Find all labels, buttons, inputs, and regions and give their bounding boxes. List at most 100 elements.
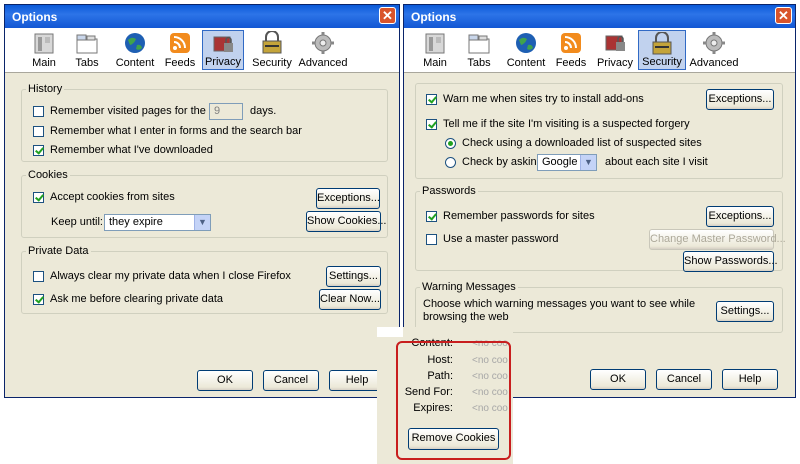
highlight-box <box>396 341 511 460</box>
cancel-button[interactable]: Cancel <box>656 369 712 390</box>
clear-now-button[interactable]: Clear Now... <box>319 289 381 310</box>
ok-button[interactable]: OK <box>197 370 253 391</box>
accept-cookies-checkbox[interactable]: Accept cookies from sites <box>33 189 175 205</box>
checkbox-label: Remember what I enter in forms and the s… <box>50 125 302 137</box>
feed-icon <box>561 33 581 53</box>
change-master-password-button[interactable]: Change Master Password... <box>649 229 786 250</box>
pane-privacy[interactable]: Privacy <box>202 30 244 70</box>
globe-icon <box>125 33 145 53</box>
checkbox[interactable] <box>33 144 44 156</box>
pane-security[interactable]: Security <box>638 30 686 70</box>
close-button[interactable]: ✕ <box>379 7 396 24</box>
radio-label: Check by asking <box>462 156 543 168</box>
main-icon <box>34 33 54 54</box>
checkbox[interactable] <box>33 105 44 117</box>
check-list-radio[interactable]: Check using a downloaded list of suspect… <box>445 135 702 151</box>
help-button[interactable]: Help <box>722 369 778 390</box>
cookies-group: Cookies Accept cookies from sites Except… <box>21 169 388 238</box>
pane-content[interactable]: Content <box>111 30 159 70</box>
security-icon <box>652 32 672 55</box>
window-title: Options <box>411 10 457 24</box>
pane-label: Main <box>423 57 447 69</box>
gear-icon <box>703 32 725 54</box>
provider-select[interactable]: Google ▼ <box>537 154 597 171</box>
warn-addons-checkbox[interactable]: Warn me when sites try to install add-on… <box>426 91 644 107</box>
master-password-checkbox[interactable]: Use a master password <box>426 231 559 247</box>
pane-label: Feeds <box>164 57 196 69</box>
options-window-privacy: Options ✕ Main Tabs Content Feeds Privac… <box>4 4 400 398</box>
pane-label: Security <box>642 56 682 68</box>
tabs-icon <box>76 34 98 54</box>
checkbox[interactable] <box>426 118 437 130</box>
passwords-group: Passwords Remember passwords for sites E… <box>415 185 786 272</box>
pane-label: Advanced <box>298 57 348 69</box>
title-bar[interactable]: Options ✕ <box>5 5 399 28</box>
private-data-settings-button[interactable]: Settings... <box>326 266 381 287</box>
group-label: Cookies <box>26 169 70 181</box>
remember-passwords-checkbox[interactable]: Remember passwords for sites <box>426 208 595 224</box>
cookie-exceptions-button[interactable]: Exceptions... <box>316 188 380 209</box>
pane-label: Tabs <box>75 57 99 69</box>
always-clear-checkbox[interactable]: Always clear my private data when I clos… <box>33 268 291 284</box>
pane-label: Content <box>506 57 546 69</box>
remember-visited-checkbox[interactable]: Remember visited pages for the last <box>33 103 226 119</box>
checkbox[interactable] <box>33 125 44 137</box>
remember-forms-checkbox[interactable]: Remember what I enter in forms and the s… <box>33 123 302 139</box>
password-exceptions-button[interactable]: Exceptions... <box>706 206 774 227</box>
chevron-down-icon[interactable]: ▼ <box>194 215 210 230</box>
warnings-settings-button[interactable]: Settings... <box>716 301 774 322</box>
pane-tabs[interactable]: Tabs <box>459 30 499 70</box>
chevron-down-icon[interactable]: ▼ <box>580 155 596 170</box>
privacy-icon <box>605 35 625 51</box>
show-passwords-button[interactable]: Show Passwords... <box>683 251 778 272</box>
checkbox[interactable] <box>33 270 44 282</box>
pane-advanced[interactable]: Advanced <box>297 30 349 70</box>
radio[interactable] <box>445 156 456 168</box>
checkbox[interactable] <box>426 210 437 222</box>
pane-security[interactable]: Security <box>249 30 295 70</box>
checkbox-label: Tell me if the site I'm visiting is a su… <box>443 118 690 130</box>
pane-privacy[interactable]: Privacy <box>594 30 636 70</box>
ask-before-clearing-checkbox[interactable]: Ask me before clearing private data <box>33 291 223 307</box>
cancel-button[interactable]: Cancel <box>263 370 319 391</box>
main-icon <box>425 33 445 54</box>
feed-icon <box>170 33 190 53</box>
tabs-icon <box>468 34 490 54</box>
pane-main[interactable]: Main <box>414 30 456 70</box>
show-cookies-button[interactable]: Show Cookies... <box>306 211 386 232</box>
checkbox[interactable] <box>33 191 44 203</box>
close-button[interactable]: ✕ <box>775 7 792 24</box>
pane-label: Main <box>32 57 56 69</box>
title-bar[interactable]: Options ✕ <box>404 5 795 28</box>
radio-label: Check using a downloaded list of suspect… <box>462 137 702 149</box>
keep-until-select[interactable]: they expire ▼ <box>104 214 211 231</box>
pane-label: Security <box>252 57 292 69</box>
pane-feeds[interactable]: Feeds <box>160 30 200 70</box>
pane-toolbar: Main Tabs Content Feeds Privacy Security… <box>404 28 795 73</box>
pane-label: Advanced <box>689 57 739 69</box>
addon-exceptions-button[interactable]: Exceptions... <box>706 89 774 110</box>
pane-tabs[interactable]: Tabs <box>67 30 107 70</box>
checkbox[interactable] <box>426 233 437 245</box>
pane-label: Content <box>115 57 155 69</box>
snippet-corner <box>377 327 403 337</box>
radio[interactable] <box>445 137 456 149</box>
checkbox[interactable] <box>426 93 437 105</box>
pane-content[interactable]: Content <box>502 30 550 70</box>
group-label: History <box>26 83 65 95</box>
remember-downloads-checkbox[interactable]: Remember what I've downloaded <box>33 142 213 158</box>
check-asking-radio[interactable]: Check by asking <box>445 154 543 170</box>
days-input[interactable]: 9 <box>209 103 243 120</box>
checkbox-label: Ask me before clearing private data <box>50 293 224 305</box>
ok-button[interactable]: OK <box>590 369 646 390</box>
pane-advanced[interactable]: Advanced <box>688 30 740 70</box>
window-title: Options <box>12 10 58 24</box>
checkbox[interactable] <box>33 293 44 305</box>
forgery-checkbox[interactable]: Tell me if the site I'm visiting is a su… <box>426 116 690 132</box>
pane-main[interactable]: Main <box>23 30 65 70</box>
privacy-icon <box>213 36 233 52</box>
pane-label: Privacy <box>204 56 242 68</box>
pane-feeds[interactable]: Feeds <box>551 30 591 70</box>
pane-label: Feeds <box>555 57 587 69</box>
history-group: History Remember visited pages for the l… <box>21 83 388 162</box>
